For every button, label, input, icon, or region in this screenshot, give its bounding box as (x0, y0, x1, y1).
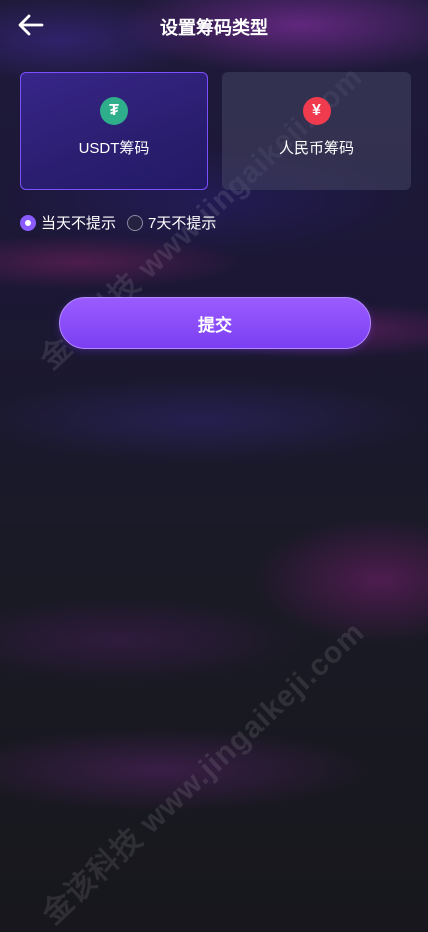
page-title: 设置筹码类型 (160, 18, 268, 38)
chip-type-rmb-card[interactable]: ¥ 人民币筹码 (222, 72, 411, 190)
rmb-coin-icon: ¥ (302, 97, 331, 125)
reminder-option-label[interactable]: 7天不提示 (148, 212, 216, 233)
chip-type-label: USDT筹码 (78, 140, 150, 157)
reminder-options: 当天不提示 7天不提示 (20, 212, 227, 233)
chip-type-selector: ₮ USDT筹码 ¥ 人民币筹码 (20, 72, 411, 190)
radio-checked-dot (25, 219, 31, 226)
submit-button[interactable]: 提交 (59, 297, 371, 349)
radio-seven-days[interactable] (127, 214, 144, 231)
chip-type-usdt-card[interactable]: ₮ USDT筹码 (20, 72, 208, 190)
usdt-coin-icon: ₮ (100, 97, 128, 125)
reminder-option-label[interactable]: 当天不提示 (41, 212, 116, 233)
radio-today[interactable] (20, 214, 36, 231)
header: 设置筹码类型 (0, 0, 428, 52)
chip-type-label: 人民币筹码 (278, 140, 354, 157)
